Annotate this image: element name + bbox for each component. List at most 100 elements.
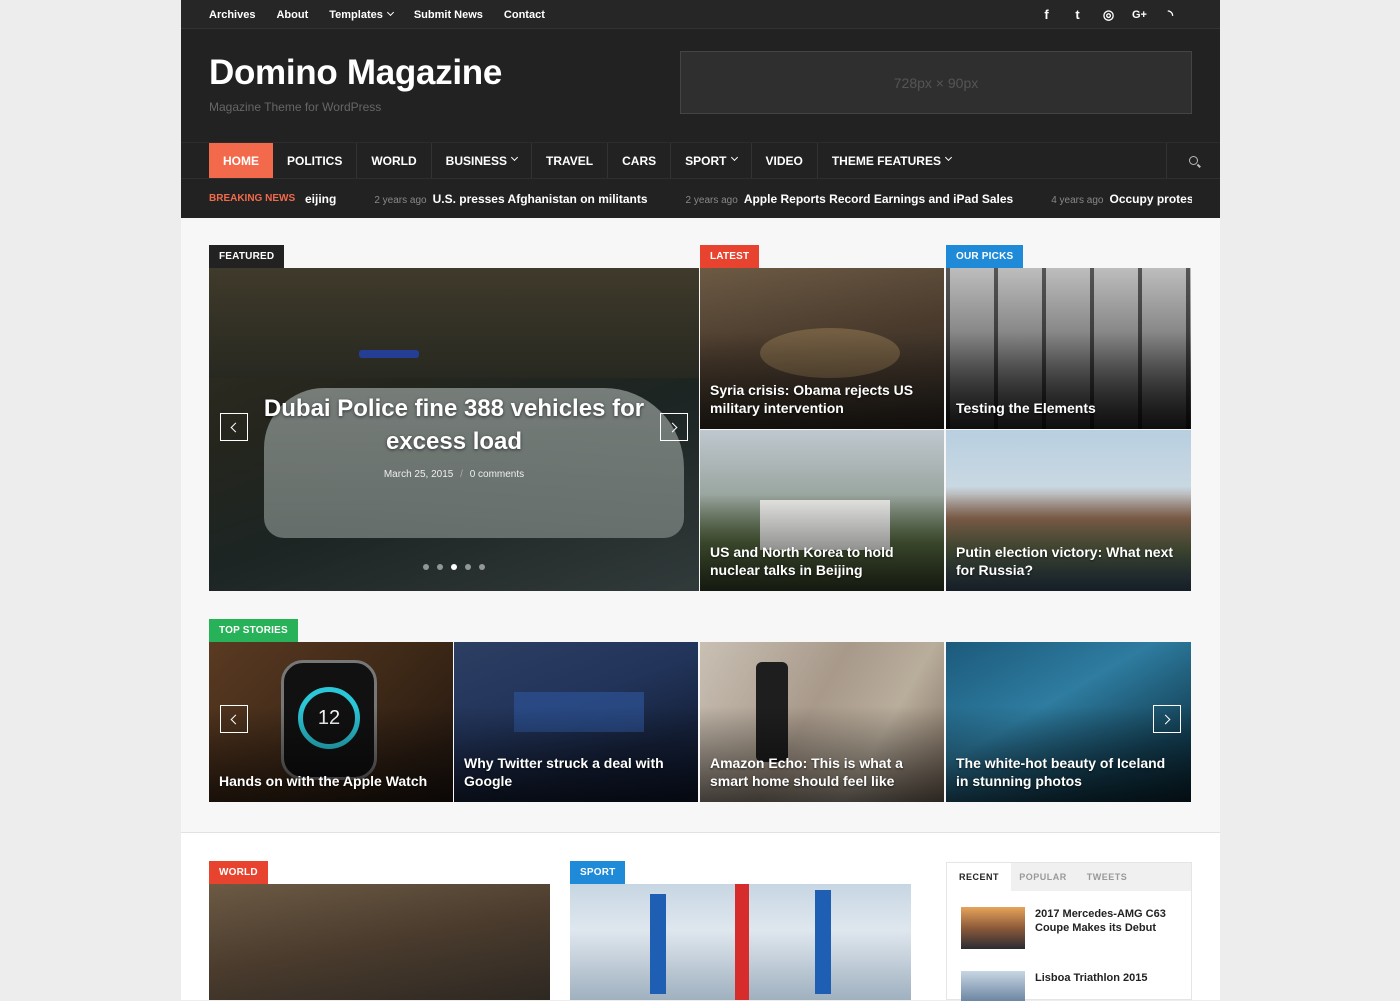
tab-recent[interactable]: RECENT: [947, 863, 1011, 891]
latest-tile-1[interactable]: Syria crisis: Obama rejects US military …: [700, 268, 944, 429]
carousel-next-button[interactable]: [1153, 705, 1181, 733]
top-story-tile-1[interactable]: 12 Hands on with the Apple Watch: [209, 642, 453, 802]
meta-separator: /: [460, 469, 463, 480]
carousel-prev-button[interactable]: [220, 705, 248, 733]
site-header: Domino Magazine Magazine Theme for WordP…: [181, 29, 1220, 142]
featured-date: March 25, 2015: [383, 469, 454, 480]
top-stories-label: TOP STORIES: [209, 619, 298, 642]
site-logo[interactable]: Domino Magazine: [209, 53, 502, 93]
nav-item-theme-features[interactable]: THEME FEATURES: [818, 143, 965, 178]
nav-item-label: TRAVEL: [546, 153, 594, 168]
slider-dot-active[interactable]: [451, 564, 457, 570]
nav-item-label: HOME: [223, 153, 259, 168]
ad-banner[interactable]: 728px × 90px: [680, 51, 1192, 114]
nav-item-politics[interactable]: POLITICS: [273, 143, 358, 178]
nav-item-label: THEME FEATURES: [831, 153, 941, 168]
slider-prev-button[interactable]: [220, 413, 248, 441]
chevron-down-icon: [510, 153, 519, 162]
top-menu-submit-news[interactable]: Submit News: [414, 9, 483, 21]
widget-tabs: RECENT POPULAR TWEETS: [947, 863, 1191, 891]
ticker-item[interactable]: 2 years ago Apple Reports Record Earnings…: [686, 192, 1014, 206]
our-picks-title[interactable]: Putin election victory: What next for Ru…: [956, 543, 1181, 579]
search-icon: [1189, 156, 1198, 165]
slider-dot[interactable]: [465, 564, 471, 570]
featured-label: FEATURED: [209, 245, 285, 268]
our-picks-tile-1[interactable]: Testing the Elements: [946, 268, 1191, 429]
ticker-item[interactable]: eijing: [305, 192, 336, 206]
tab-tweets[interactable]: TWEETS: [1075, 863, 1139, 891]
our-picks-tile-2[interactable]: Putin election victory: What next for Ru…: [946, 430, 1191, 591]
ticker-item[interactable]: 2 years ago U.S. presses Afghanistan on m…: [374, 192, 647, 206]
flag-image: [815, 890, 831, 994]
world-label: WORLD: [209, 861, 268, 884]
top-menu-about[interactable]: About: [276, 9, 308, 21]
top-story-title[interactable]: The white-hot beauty of Iceland in stunn…: [956, 754, 1181, 790]
slider-next-button[interactable]: [660, 413, 688, 441]
widget-thumbnail: [961, 907, 1025, 949]
widget-item[interactable]: Lisboa Triathlon 2015: [961, 971, 1175, 1001]
main-nav: HOME POLITICS WORLD BUSINESS TRAVEL CARS…: [181, 142, 1220, 178]
slider-dot[interactable]: [479, 564, 485, 570]
nav-item-home[interactable]: HOME: [209, 143, 273, 178]
chevron-down-icon: [944, 153, 953, 162]
top-menu-templates[interactable]: Templates: [329, 8, 394, 21]
top-story-title[interactable]: Amazon Echo: This is what a smart home s…: [710, 754, 934, 790]
top-menu-label: About: [276, 8, 309, 21]
ticker-title: eijing: [305, 191, 337, 206]
featured-comments[interactable]: 0 comments: [470, 469, 524, 480]
chevron-left-icon: [230, 714, 241, 724]
nav-item-label: SPORT: [685, 153, 727, 168]
rss-icon[interactable]: ◝: [1155, 7, 1186, 23]
slider-dots: [209, 564, 699, 570]
latest-title[interactable]: US and North Korea to hold nuclear talks…: [710, 543, 934, 579]
top-story-tile-3[interactable]: Amazon Echo: This is what a smart home s…: [700, 642, 944, 802]
slider-dot[interactable]: [437, 564, 443, 570]
top-story-title[interactable]: Hands on with the Apple Watch: [219, 772, 443, 790]
widget-item[interactable]: 2017 Mercedes-AMG C63 Coupe Makes its De…: [961, 907, 1175, 949]
sport-image[interactable]: [570, 884, 911, 1000]
featured-title[interactable]: Dubai Police fine 388 vehicles for exces…: [249, 392, 659, 458]
tab-popular[interactable]: POPULAR: [1011, 863, 1075, 891]
nav-item-world[interactable]: WORLD: [357, 143, 432, 178]
top-story-tile-4[interactable]: The white-hot beauty of Iceland in stunn…: [946, 642, 1191, 802]
nav-item-video[interactable]: VIDEO: [752, 143, 818, 178]
google-plus-icon[interactable]: G+: [1124, 9, 1155, 21]
site-tagline: Magazine Theme for WordPress: [209, 100, 382, 114]
ticker-item[interactable]: 4 years ago Occupy protest: 'Pub: [1051, 192, 1192, 206]
breaking-news-bar: BREAKING NEWS eijing 2 years ago U.S. pre…: [181, 178, 1220, 218]
twitter-icon[interactable]: t: [1062, 7, 1093, 22]
latest-label: LATEST: [700, 245, 760, 268]
widget-item-title[interactable]: 2017 Mercedes-AMG C63 Coupe Makes its De…: [1035, 907, 1175, 949]
nav-item-travel[interactable]: TRAVEL: [532, 143, 609, 178]
nav-item-label: WORLD: [371, 153, 417, 168]
world-image[interactable]: [209, 884, 550, 1000]
chevron-right-icon: [667, 422, 678, 432]
nav-item-business[interactable]: BUSINESS: [432, 143, 533, 178]
facebook-icon[interactable]: f: [1031, 7, 1062, 22]
instagram-icon[interactable]: ◎: [1093, 7, 1124, 23]
top-menu-contact[interactable]: Contact: [504, 9, 545, 21]
nav-item-label: CARS: [622, 153, 657, 168]
ticker-time: 2 years ago: [374, 194, 427, 206]
nav-item-sport[interactable]: SPORT: [671, 143, 752, 178]
nav-search-button[interactable]: [1166, 143, 1220, 178]
our-picks-title[interactable]: Testing the Elements: [956, 399, 1181, 417]
chevron-down-icon: [386, 8, 394, 16]
widget-item-title[interactable]: Lisboa Triathlon 2015: [1035, 971, 1175, 1001]
chevron-right-icon: [1160, 714, 1171, 724]
latest-tile-2[interactable]: US and North Korea to hold nuclear talks…: [700, 430, 944, 591]
nav-item-cars[interactable]: CARS: [608, 143, 672, 178]
page-wrapper: Archives About Templates Submit News Con…: [181, 0, 1220, 1001]
top-menu-archives[interactable]: Archives: [209, 9, 255, 21]
top-bar: Archives About Templates Submit News Con…: [181, 0, 1220, 29]
breaking-news-ticker: eijing 2 years ago U.S. presses Afghanist…: [305, 179, 1192, 218]
slider-dot[interactable]: [423, 564, 429, 570]
top-menu-label: Submit News: [413, 8, 483, 21]
top-menu-label: Archives: [209, 8, 256, 21]
latest-title[interactable]: Syria crisis: Obama rejects US military …: [710, 381, 934, 417]
breaking-news-label: BREAKING NEWS: [209, 193, 296, 204]
top-story-title[interactable]: Why Twitter struck a deal with Google: [464, 754, 688, 790]
featured-slider[interactable]: Dubai Police fine 388 vehicles for exces…: [209, 268, 699, 591]
top-story-tile-2[interactable]: Why Twitter struck a deal with Google: [454, 642, 698, 802]
chevron-down-icon: [730, 153, 738, 162]
